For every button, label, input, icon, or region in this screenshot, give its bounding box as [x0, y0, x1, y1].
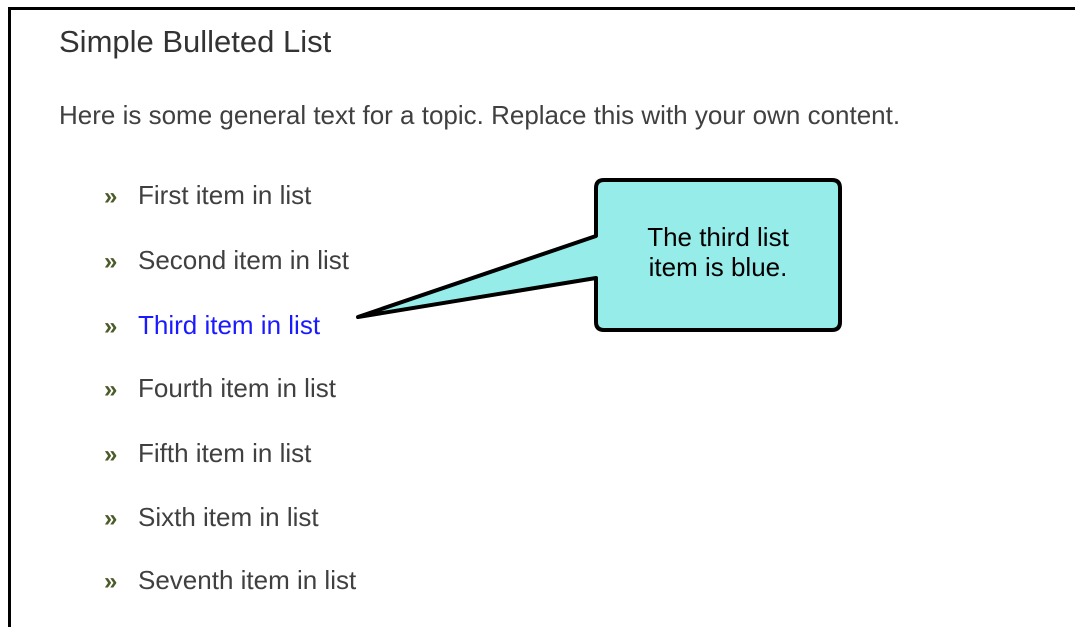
list-item-label: First item in list	[138, 180, 312, 210]
bullet-icon: »	[104, 248, 118, 275]
list-item: » Sixth item in list	[104, 497, 319, 537]
page-title: Simple Bulleted List	[59, 24, 332, 59]
callout-text-line: The third list	[647, 222, 789, 252]
list-item-highlighted: » Third item in list	[104, 305, 320, 345]
list-item: » Fifth item in list	[104, 433, 311, 473]
list-item-label: Third item in list	[138, 310, 321, 340]
list-item: » First item in list	[104, 175, 311, 215]
intro-paragraph: Here is some general text for a topic. R…	[59, 100, 901, 130]
bullet-icon: »	[104, 568, 118, 595]
callout-text-line: item is blue.	[648, 252, 788, 282]
callout-text: The third list item is blue.	[600, 222, 836, 282]
list-item: » Second item in list	[104, 240, 349, 280]
bullet-icon: »	[104, 313, 118, 340]
list-item-label: Second item in list	[138, 245, 349, 275]
bullet-icon: »	[104, 183, 118, 210]
list-item-label: Fourth item in list	[138, 373, 336, 403]
list-item: » Fourth item in list	[104, 368, 336, 408]
list-item-label: Sixth item in list	[138, 502, 319, 532]
list-item-label: Fifth item in list	[138, 438, 312, 468]
bullet-icon: »	[104, 505, 118, 532]
bullet-icon: »	[104, 376, 118, 403]
list-item-label: Seventh item in list	[138, 565, 357, 595]
bullet-icon: »	[104, 441, 118, 468]
list-item: » Seventh item in list	[104, 560, 356, 600]
